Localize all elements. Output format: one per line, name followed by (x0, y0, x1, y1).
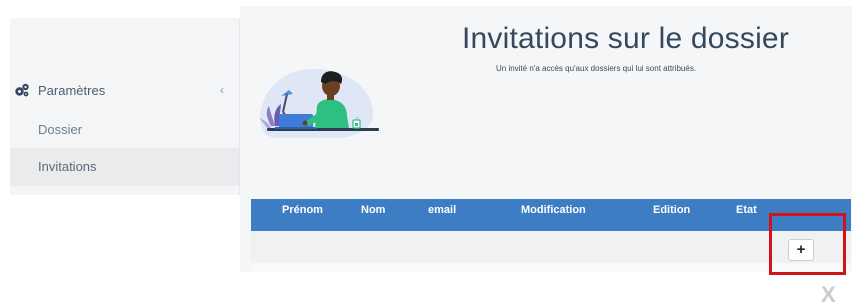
close-icon[interactable]: X (821, 284, 836, 306)
chevron-left-icon[interactable]: ‹ (220, 83, 224, 97)
column-header-modification[interactable]: Modification (521, 204, 586, 216)
column-header-edition[interactable]: Edition (653, 204, 690, 216)
table-row (251, 231, 851, 263)
sidebar-section-label: Paramètres (38, 83, 106, 98)
column-header-prenom[interactable]: Prénom (282, 204, 323, 216)
sidebar-section-parametres[interactable]: Paramètres ‹ (10, 82, 240, 100)
sidebar-item-dossier[interactable]: Dossier (10, 111, 240, 149)
page-subtitle: Un invité n'a accès qu'aux dossiers qui … (496, 64, 697, 73)
table-header: Prénom Nom email Modification Edition Et… (251, 199, 851, 231)
page-title: Invitations sur le dossier (462, 22, 790, 55)
person-at-laptop-illustration (259, 69, 379, 138)
main-panel: Invitations sur le dossier Un invité n'a… (240, 6, 852, 275)
column-header-email[interactable]: email (428, 204, 456, 216)
highlight-annotation (769, 213, 846, 275)
table-footer (251, 263, 851, 272)
column-header-etat[interactable]: Etat (736, 204, 757, 216)
column-header-nom[interactable]: Nom (361, 204, 385, 216)
sidebar-item-invitations[interactable]: Invitations (10, 148, 240, 186)
sidebar: Paramètres ‹ Dossier Invitations (10, 18, 240, 195)
gear-icon (15, 83, 29, 97)
